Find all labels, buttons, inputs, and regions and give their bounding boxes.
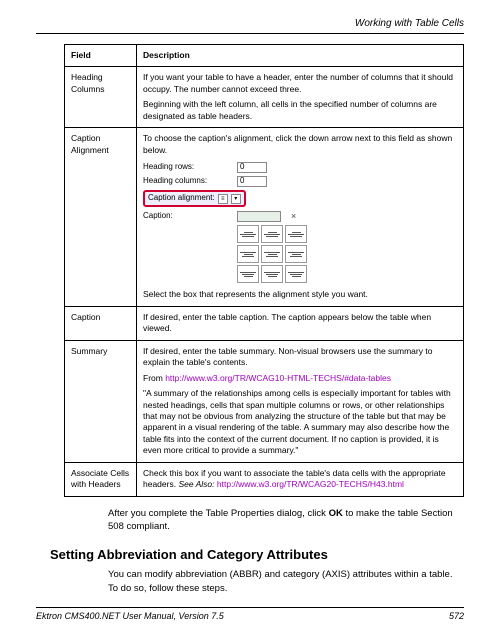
body-paragraph: You can modify abbreviation (ABBR) and c…: [108, 568, 464, 595]
align-option: [237, 245, 259, 263]
desc-cell: If desired, enter the table caption. The…: [137, 306, 464, 340]
from-label: From: [143, 373, 165, 383]
desc-text: Beginning with the left column, all cell…: [143, 99, 457, 122]
alignment-mini-screenshot: Heading rows: 0 Heading columns: 0 Capti…: [143, 162, 457, 283]
page-number: 572: [449, 611, 464, 621]
table-row: Associate Cells with Headers Check this …: [65, 462, 464, 496]
footer-rule: [36, 607, 464, 608]
desc-text: Select the box that represents the align…: [143, 289, 457, 300]
section-heading: Setting Abbreviation and Category Attrib…: [50, 547, 464, 562]
mini-heading-cols-label: Heading columns:: [143, 176, 233, 187]
desc-text: If you want your table to have a header,…: [143, 72, 457, 95]
align-option: [285, 265, 307, 283]
desc-text: If desired, enter the table summary. Non…: [143, 346, 457, 369]
table-row: Caption If desired, enter the table capt…: [65, 306, 464, 340]
mini-heading-cols-input: 0: [237, 176, 267, 187]
mini-caption-input: [237, 211, 281, 222]
summary-link[interactable]: http://www.w3.org/TR/WCAG10-HTML-TECHS/#…: [165, 373, 391, 383]
desc-cell: If desired, enter the table summary. Non…: [137, 340, 464, 462]
see-also-label: See Also:: [178, 479, 216, 489]
desc-text: From http://www.w3.org/TR/WCAG10-HTML-TE…: [143, 373, 457, 384]
desc-text: To choose the caption's alignment, click…: [143, 133, 457, 156]
mini-heading-rows-label: Heading rows:: [143, 162, 233, 173]
alignment-grid: [237, 225, 457, 283]
desc-cell: Check this box if you want to associate …: [137, 462, 464, 496]
desc-quote: "A summary of the relationships among ce…: [143, 388, 457, 457]
close-icon: ×: [291, 210, 296, 222]
align-option: [285, 225, 307, 243]
table-row: Caption Alignment To choose the caption'…: [65, 128, 464, 306]
header-rule: [36, 33, 464, 34]
mini-caption-label: Caption:: [143, 211, 233, 222]
align-option: [261, 225, 283, 243]
align-option: [261, 265, 283, 283]
after-table-paragraph: After you complete the Table Properties …: [108, 507, 464, 534]
field-cell: Heading Columns: [65, 67, 137, 128]
col-field-header: Field: [65, 45, 137, 67]
footer-left: Ektron CMS400.NET User Manual, Version 7…: [36, 611, 224, 621]
mini-caption-alignment-highlight: Caption alignment: ≡ ▾: [143, 190, 246, 207]
table-row: Summary If desired, enter the table summ…: [65, 340, 464, 462]
table-row: Heading Columns If you want your table t…: [65, 67, 464, 128]
desc-cell: If you want your table to have a header,…: [137, 67, 464, 128]
mini-heading-rows-input: 0: [237, 162, 267, 173]
mini-caption-alignment-label: Caption alignment:: [148, 193, 215, 204]
mini-align-icon: ≡: [218, 194, 228, 204]
chevron-down-icon: ▾: [231, 194, 241, 204]
field-cell: Summary: [65, 340, 137, 462]
align-option: [237, 225, 259, 243]
field-cell: Associate Cells with Headers: [65, 462, 137, 496]
field-cell: Caption: [65, 306, 137, 340]
align-option: [261, 245, 283, 263]
field-cell: Caption Alignment: [65, 128, 137, 306]
page-header: Working with Table Cells: [36, 18, 464, 29]
align-option: [285, 245, 307, 263]
desc-cell: To choose the caption's alignment, click…: [137, 128, 464, 306]
associate-link[interactable]: http://www.w3.org/TR/WCAG20-TECHS/H43.ht…: [217, 479, 404, 489]
ok-bold: OK: [329, 508, 343, 519]
properties-table: Field Description Heading Columns If you…: [64, 44, 464, 497]
col-desc-header: Description: [137, 45, 464, 67]
align-option: [237, 265, 259, 283]
page-footer: Ektron CMS400.NET User Manual, Version 7…: [36, 607, 464, 621]
text: After you complete the Table Properties …: [108, 508, 329, 519]
